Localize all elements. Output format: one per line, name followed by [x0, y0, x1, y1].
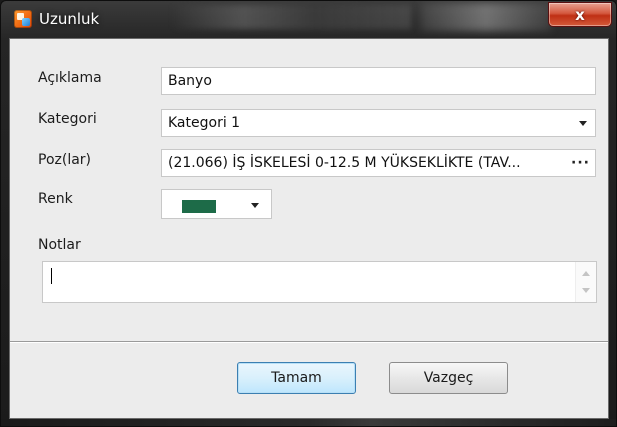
- renk-label: Renk: [38, 191, 73, 207]
- app-logo-icon: [14, 10, 32, 28]
- vertical-scrollbar[interactable]: [575, 262, 596, 302]
- aciklama-label: Açıklama: [38, 70, 102, 86]
- renk-color-picker[interactable]: [161, 189, 272, 219]
- notlar-label: Notlar: [38, 237, 81, 253]
- more-options-icon[interactable]: ···: [571, 150, 590, 176]
- dialog-window: Uzunluk x Açıklama Banyo Kategori Katego…: [0, 0, 617, 427]
- pozlar-field[interactable]: (21.066) İŞ İSKELESİ 0-12.5 M YÜKSEKLİKT…: [161, 149, 596, 177]
- kategori-label: Kategori: [38, 111, 97, 127]
- title-bar[interactable]: Uzunluk x: [1, 1, 616, 37]
- color-swatch: [182, 200, 216, 213]
- kategori-value: Kategori 1: [168, 115, 241, 131]
- window-title: Uzunluk: [39, 10, 100, 28]
- notlar-textarea[interactable]: [42, 261, 597, 303]
- close-icon: x: [575, 5, 585, 24]
- scroll-up-icon[interactable]: [582, 271, 590, 276]
- separator-highlight: [10, 342, 608, 343]
- cancel-button[interactable]: Vazgeç: [389, 362, 508, 394]
- pozlar-label: Poz(lar): [38, 152, 92, 168]
- scroll-down-icon[interactable]: [582, 288, 590, 293]
- pozlar-value: (21.066) İŞ İSKELESİ 0-12.5 M YÜKSEKLİKT…: [168, 155, 521, 171]
- dialog-body: Açıklama Banyo Kategori Kategori 1 Poz(l…: [9, 38, 609, 419]
- ok-button[interactable]: Tamam: [237, 362, 356, 394]
- kategori-dropdown[interactable]: Kategori 1: [161, 109, 596, 137]
- title-bar-glow: [421, 3, 551, 31]
- close-button[interactable]: x: [548, 2, 612, 27]
- text-cursor: [51, 268, 52, 284]
- title-bar-background: [171, 5, 411, 29]
- chevron-down-icon: [579, 121, 587, 126]
- aciklama-value: Banyo: [168, 73, 212, 89]
- chevron-down-icon: [251, 203, 259, 208]
- taskbar-strip: [1, 419, 616, 426]
- aciklama-input[interactable]: Banyo: [161, 67, 596, 95]
